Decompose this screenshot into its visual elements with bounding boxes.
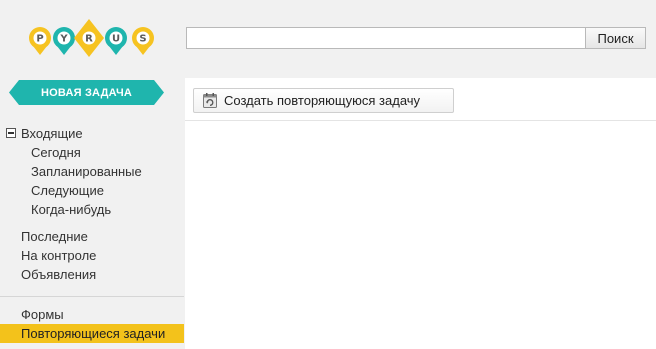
logo-pin-p: P	[29, 27, 51, 55]
new-task-button[interactable]: НОВАЯ ЗАДАЧА	[9, 80, 164, 105]
logo-letter-p: P	[36, 34, 43, 45]
logo-pin-y: Y	[53, 27, 75, 55]
create-recurring-task-label: Создать повторяющуюся задачу	[224, 93, 421, 108]
logo-letter-r: R	[85, 34, 93, 45]
sidebar-item-recent[interactable]: Последние	[0, 227, 184, 246]
sidebar-nav: Входящие Сегодня Запланированные Следующ…	[0, 124, 184, 343]
sidebar-divider	[0, 296, 184, 297]
pyrus-logo[interactable]: P Y R U S	[26, 18, 160, 60]
search-bar: Поиск	[186, 27, 646, 49]
sidebar-item-scheduled[interactable]: Запланированные	[0, 162, 184, 181]
new-task-label: НОВАЯ ЗАДАЧА	[40, 86, 133, 99]
create-recurring-task-button[interactable]: Создать повторяющуюся задачу	[193, 88, 454, 113]
search-input[interactable]	[186, 27, 585, 49]
main-panel: Создать повторяющуюся задачу	[185, 78, 656, 349]
search-button[interactable]: Поиск	[585, 27, 646, 49]
logo-letter-s: S	[139, 34, 146, 45]
sidebar-item-label: Входящие	[21, 126, 83, 141]
sidebar-item-forms[interactable]: Формы	[0, 305, 184, 324]
sidebar-item-today[interactable]: Сегодня	[0, 143, 184, 162]
sidebar-item-announcements[interactable]: Объявления	[0, 265, 184, 284]
sidebar-item-recurring-tasks[interactable]: Повторяющиеся задачи	[0, 324, 184, 343]
toolbar: Создать повторяющуюся задачу	[185, 78, 656, 121]
calendar-repeat-icon	[203, 93, 217, 108]
logo-letter-y: Y	[59, 34, 68, 45]
logo-letter-u: U	[112, 34, 120, 45]
sidebar-item-watched[interactable]: На контроле	[0, 246, 184, 265]
logo-pin-r: R	[74, 19, 104, 57]
logo-pin-u: U	[105, 27, 127, 55]
collapse-toggle-icon[interactable]	[6, 128, 16, 138]
sidebar-item-next[interactable]: Следующие	[0, 181, 184, 200]
sidebar-item-someday[interactable]: Когда-нибудь	[0, 200, 184, 219]
logo-pin-s: S	[132, 27, 154, 55]
sidebar-item-inbox[interactable]: Входящие	[0, 124, 184, 143]
